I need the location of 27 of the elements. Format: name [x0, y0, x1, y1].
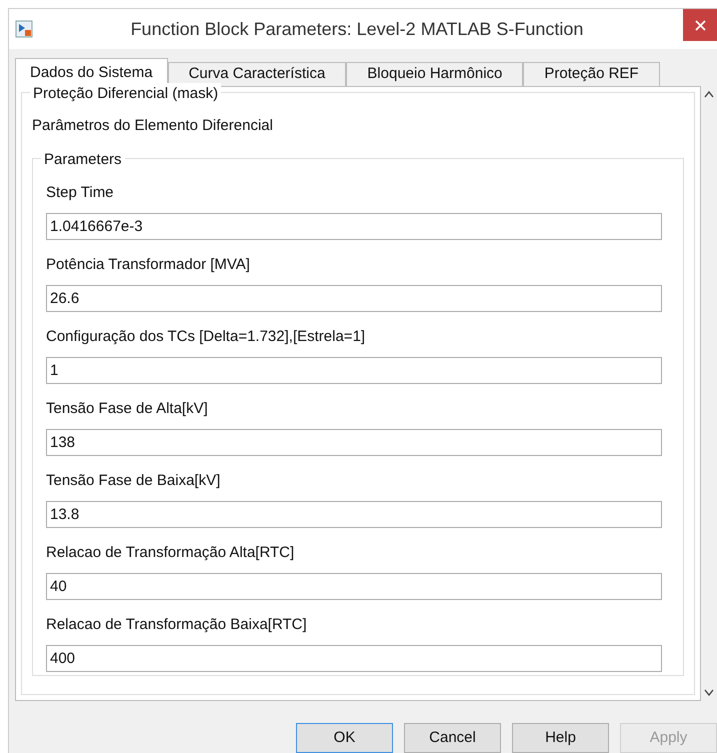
scroll-down-icon[interactable]	[704, 689, 714, 697]
input-field[interactable]: 1	[46, 356, 662, 384]
field-label: Tensão Fase de Baixa[kV]	[46, 470, 222, 490]
tab[interactable]: Bloqueio Harmônico	[346, 62, 524, 86]
dialog-button[interactable]: Help	[512, 723, 609, 753]
input-field[interactable]: 1.0416667e-3	[46, 212, 662, 240]
mask-description: Parâmetros do Elemento Diferencial	[32, 116, 274, 136]
input-field[interactable]: 13.8	[46, 500, 662, 528]
window-title: Function Block Parameters: Level-2 MATLAB S-Function	[130, 18, 584, 40]
tab[interactable]: Proteção REF	[523, 62, 660, 86]
field-label: Tensão Fase de Alta[kV]	[46, 398, 209, 418]
field-label: Relacao de Transformação Alta[RTC]	[46, 542, 296, 562]
field-label: Step Time	[46, 182, 115, 202]
field-label: Potência Transformador [MVA]	[46, 254, 251, 274]
scroll-up-icon[interactable]	[704, 90, 714, 98]
field-label: Relacao de Transformação Baixa[RTC]	[46, 614, 308, 634]
close-icon	[694, 20, 706, 30]
dialog-button[interactable]: OK	[296, 723, 393, 753]
field-label: Configuração dos TCs [Delta=1.732],[Estrela=1]	[46, 326, 366, 346]
app-icon	[15, 20, 33, 38]
input-field[interactable]: 40	[46, 572, 662, 600]
input-field[interactable]: 138	[46, 428, 662, 456]
input-field[interactable]: 26.6	[46, 284, 662, 312]
dialog-button[interactable]: Cancel	[404, 723, 501, 753]
tab[interactable]: Curva Característica	[168, 62, 346, 86]
input-field[interactable]: 400	[46, 644, 662, 672]
close-button[interactable]	[683, 9, 717, 41]
